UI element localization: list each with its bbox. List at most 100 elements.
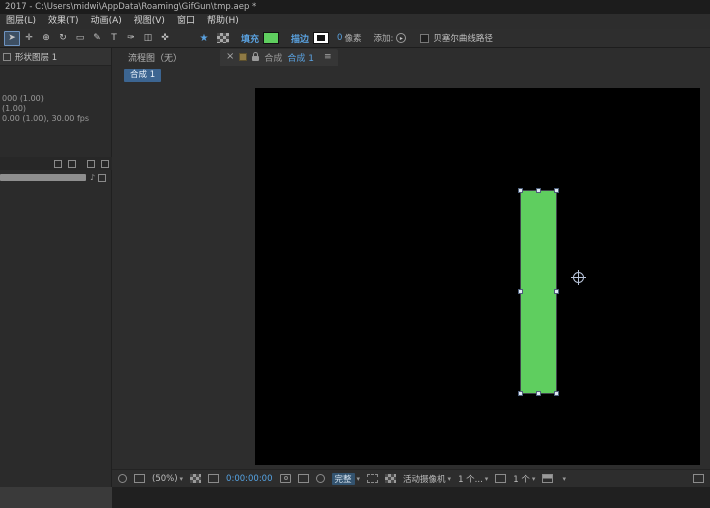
show-snapshot-icon[interactable]: [297, 474, 309, 483]
info-line: (1.00): [2, 104, 27, 113]
composition-tab-bar: 流程图（无） × 合成 合成 1 ≡: [112, 48, 710, 66]
chevron-down-icon: ▾: [356, 474, 361, 483]
stroke-label[interactable]: 描边: [291, 32, 309, 45]
exposure-icon[interactable]: [542, 474, 554, 483]
grid-guides-icon[interactable]: [190, 474, 202, 483]
shape-layer-rectangle[interactable]: [518, 188, 559, 396]
resize-handle-bottom-middle[interactable]: [535, 391, 541, 396]
window-title: 2017 - C:\Users\midwi\AppData\Roaming\Gi…: [5, 2, 257, 12]
info-line: 000 (1.00): [2, 94, 44, 103]
selection-tool[interactable]: ➤: [4, 30, 20, 46]
chevron-down-icon: ▾: [484, 474, 489, 483]
resize-handle-middle-left[interactable]: [518, 289, 523, 294]
tab-flowchart[interactable]: 流程图（无）: [124, 49, 186, 66]
resize-handle-bottom-left[interactable]: [518, 391, 523, 396]
transparency-grid-icon[interactable]: [385, 474, 397, 483]
comp-bottom-toolbar: (50%) ▾ 0:00:00:00 完整 ▾ 活动摄像机 ▾ 1 个... ▾: [112, 469, 710, 487]
menu-help[interactable]: 帮助(H): [201, 14, 245, 29]
panel-menu-icon[interactable]: ≡: [324, 52, 332, 62]
anchor-point-indicator[interactable]: [571, 270, 586, 285]
composition-info: 000 (1.00) (1.00) 0.00 (1.00), 30.00 fps: [0, 94, 111, 124]
pen-tool[interactable]: ✎: [89, 31, 105, 46]
composition-viewport[interactable]: [255, 88, 700, 465]
hand-tool[interactable]: ✛: [21, 31, 37, 46]
menu-view[interactable]: 视图(V): [128, 14, 171, 29]
fit-screen-icon[interactable]: [134, 474, 145, 483]
menu-animation[interactable]: 动画(A): [85, 14, 128, 29]
menubar: 图层(L) 效果(T) 动画(A) 视图(V) 窗口 帮助(H): [0, 14, 710, 29]
view-layout-value: 1 个...: [458, 474, 483, 485]
bezier-path-checkbox[interactable]: [420, 33, 430, 43]
active-camera-dropdown[interactable]: 活动摄像机 ▾: [403, 473, 451, 485]
composition-panel: 流程图（无） × 合成 合成 1 ≡ 合成 1 (50%) ▾ 0:00:00:…: [112, 48, 710, 487]
horizontal-scrollbar[interactable]: [0, 174, 87, 181]
comp-navigator-label: 合成 1: [130, 70, 156, 80]
zoom-level-value: (50%): [152, 473, 178, 484]
audio-icon[interactable]: ♪: [90, 173, 95, 182]
puppet-tool[interactable]: ✜: [157, 31, 173, 46]
create-mask-checker-icon[interactable]: [217, 33, 229, 43]
effect-controls-tab[interactable]: 形状图层 1: [0, 48, 111, 66]
snapshot-icon[interactable]: [279, 474, 291, 483]
menu-window[interactable]: 窗口: [171, 14, 201, 29]
tab-composition[interactable]: × 合成 合成 1 ≡: [220, 48, 338, 66]
person-icon[interactable]: [98, 173, 106, 182]
chevron-down-icon: ▾: [531, 474, 536, 483]
timeline-panel-footer: [0, 487, 112, 508]
exposure-caret-icon[interactable]: ▾: [562, 475, 566, 483]
add-menu-button[interactable]: ▸: [396, 33, 407, 43]
rotation-tool[interactable]: ↻: [55, 31, 71, 46]
menu-layer[interactable]: 图层(L): [0, 14, 42, 29]
clone-stamp-tool[interactable]: ◫: [140, 31, 156, 46]
create-shape-star-icon[interactable]: ★: [196, 31, 212, 46]
grid-toggle-icon[interactable]: [68, 159, 76, 168]
tab-comp-prefix: 合成: [264, 53, 283, 64]
lock-icon[interactable]: [252, 52, 260, 61]
zoom-level-dropdown[interactable]: (50%) ▾: [152, 474, 183, 484]
region-of-interest-icon[interactable]: [367, 474, 379, 483]
timecode-field[interactable]: 0:00:00:00: [226, 474, 272, 484]
info-line: 0.00 (1.00), 30.00 fps: [2, 114, 90, 123]
after-effects-window: 2017 - C:\Users\midwi\AppData\Roaming\Gi…: [0, 0, 710, 508]
panel-scroll-row: ♪: [0, 172, 112, 183]
fast-previews-value: 1 个: [513, 474, 530, 485]
brush-tool[interactable]: ✑: [123, 31, 139, 46]
fill-label[interactable]: 填充: [241, 32, 259, 45]
comp-navigator-chip[interactable]: 合成 1: [124, 69, 162, 82]
stroke-width-unit: 像素: [344, 34, 362, 44]
mask-visibility-icon[interactable]: [208, 474, 220, 483]
tools-toolbar: ➤ ✛ ⊕ ↻ ▭ ✎ T ✑ ◫ ✜ ★ 填充 描边 0 像素 添加: ▸ 贝…: [0, 29, 710, 48]
resolution-value: 完整: [331, 472, 355, 485]
chevron-down-icon: ▾: [179, 474, 184, 483]
close-icon[interactable]: ×: [226, 52, 234, 62]
view-layout-dropdown[interactable]: 1 个... ▾: [458, 473, 488, 485]
zoom-tool[interactable]: ⊕: [38, 31, 54, 46]
resize-handle-top-middle[interactable]: [535, 188, 541, 193]
resize-handle-top-left[interactable]: [518, 188, 523, 193]
type-tool[interactable]: T: [106, 31, 122, 46]
show-channels-icon[interactable]: [315, 474, 325, 483]
layer-name-label: 形状图层 1: [15, 52, 58, 63]
rectangle-tool[interactable]: ▭: [72, 31, 88, 46]
stroke-color-swatch[interactable]: [313, 32, 330, 44]
active-camera-value: 活动摄像机: [403, 474, 446, 485]
maximize-panel-icon[interactable]: [693, 474, 704, 483]
eye-toggle-icon[interactable]: [54, 159, 62, 168]
resolution-dropdown[interactable]: 完整 ▾: [331, 472, 361, 485]
fill-color-swatch[interactable]: [263, 32, 280, 44]
tab-comp-name[interactable]: 合成 1: [287, 51, 314, 64]
pixel-aspect-icon[interactable]: [495, 474, 507, 483]
resize-handle-top-right[interactable]: [554, 188, 559, 193]
add-label: 添加:: [373, 34, 394, 44]
settings-icon[interactable]: [101, 159, 109, 168]
effect-controls-panel: 形状图层 1 000 (1.00) (1.00) 0.00 (1.00), 30…: [0, 48, 112, 487]
fast-previews-dropdown[interactable]: 1 个 ▾: [513, 473, 535, 485]
menu-effect[interactable]: 效果(T): [42, 14, 85, 29]
tag-icon[interactable]: [87, 159, 95, 168]
magnification-icon[interactable]: [118, 474, 127, 483]
panel-tab-icon: [3, 52, 11, 61]
titlebar: 2017 - C:\Users\midwi\AppData\Roaming\Gi…: [0, 0, 710, 14]
resize-handle-bottom-right[interactable]: [554, 391, 559, 396]
resize-handle-middle-right[interactable]: [554, 289, 559, 294]
stroke-width-value[interactable]: 0: [337, 33, 342, 43]
